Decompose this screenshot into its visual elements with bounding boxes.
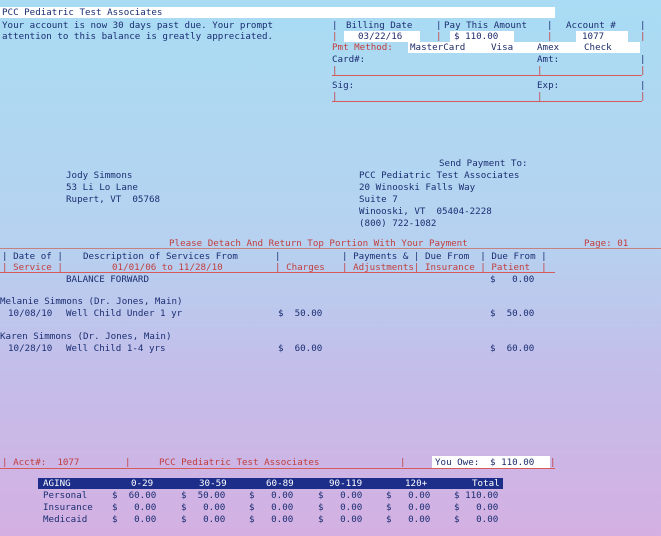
- remit-line-3: Suite 7: [359, 194, 398, 205]
- patient-city: Rupert, VT 05768: [66, 194, 161, 205]
- pmt-method-label: Pmt Method:: [332, 42, 393, 53]
- col-desc-header: Description of Services From: [83, 251, 238, 262]
- value-divider-4: |: [640, 31, 646, 42]
- card-number-field[interactable]: [338, 60, 534, 72]
- footer-underline: [0, 468, 555, 469]
- card-underline: [332, 75, 642, 76]
- footer-pipe-3: |: [550, 457, 556, 468]
- footer-pipe-1: |: [125, 457, 131, 468]
- patient-street: 53 Li Lo Lane: [66, 182, 138, 193]
- value-divider-1: |: [332, 31, 338, 42]
- patient-name: Jody Simmons: [66, 170, 133, 181]
- detach-line: [0, 248, 661, 249]
- remit-line-1: PCC Pediatric Test Associates: [359, 170, 520, 181]
- aging-cell: $ 0.00: [454, 514, 499, 525]
- balance-forward-label: BALANCE FORWARD: [66, 274, 149, 285]
- aging-cell: $ 0.00: [249, 502, 294, 513]
- aging-cell: $ 0.00: [454, 502, 499, 513]
- entry-charge: $ 60.00: [278, 343, 323, 354]
- aging-row-label: Insurance: [43, 502, 93, 513]
- account-field[interactable]: 1077: [576, 31, 628, 42]
- sig-row-end: |: [640, 80, 646, 91]
- header-pipe: |: [275, 251, 281, 262]
- entry-due-patient: $ 50.00: [490, 308, 535, 319]
- remit-line-2: 20 Winooski Falls Way: [359, 182, 476, 193]
- col-payments-header: | Payments & | Due From | Due From |: [342, 251, 547, 262]
- method-mastercard[interactable]: MasterCard: [410, 42, 465, 53]
- aging-cell: $ 0.00: [386, 502, 431, 513]
- remit-line-4: Winooski, VT 05404-2228: [359, 206, 492, 217]
- entry-date: 10/28/10: [8, 343, 53, 354]
- sig-label: Sig:: [332, 80, 355, 91]
- notice-line-1: Your account is now 30 days past due. Yo…: [2, 20, 274, 31]
- aging-cell: $ 0.00: [318, 490, 363, 501]
- aging-cell: $ 0.00: [318, 514, 363, 525]
- account-label: Account #: [566, 20, 616, 31]
- header-underline: [0, 272, 555, 273]
- billing-date-field[interactable]: 03/22/16: [344, 31, 420, 42]
- you-owe-amount: $ 110.00: [490, 457, 535, 468]
- aging-col-60-89: 60-89: [266, 478, 294, 489]
- aging-col-90-119: 90-119: [329, 478, 363, 489]
- entry-patient: Karen Simmons (Dr. Jones, Main): [0, 331, 172, 342]
- page-title: PCC Pediatric Test Associates: [0, 7, 555, 18]
- remit-line-5: (800) 722-1082: [359, 218, 437, 229]
- balance-forward-amount: $ 0.00: [490, 274, 535, 285]
- value-divider-3: |: [547, 31, 553, 42]
- card-row-end: |: [640, 54, 646, 65]
- aging-cell: $ 60.00: [112, 490, 157, 501]
- pay-amount-field[interactable]: $ 110.00: [450, 31, 514, 42]
- aging-col-30-59: 30-59: [199, 478, 227, 489]
- footer-pipe-2: |: [400, 457, 406, 468]
- sig-underline: [332, 101, 642, 102]
- col-date-header: | Date of |: [2, 251, 63, 262]
- value-divider-2: |: [436, 31, 442, 42]
- aging-header: AGING: [43, 478, 71, 489]
- header-divider-2: |: [436, 20, 442, 31]
- header-divider-4: |: [640, 20, 646, 31]
- billing-date-label: Billing Date: [346, 20, 413, 31]
- remit-label: Send Payment To:: [439, 158, 528, 169]
- amt-field[interactable]: [563, 60, 637, 72]
- entry-due-patient: $ 60.00: [490, 343, 535, 354]
- aging-col-total: Total: [472, 478, 500, 489]
- entry-description: Well Child Under 1 yr: [66, 308, 183, 319]
- method-check[interactable]: Check: [584, 42, 612, 53]
- entry-patient: Melanie Simmons (Dr. Jones, Main): [0, 296, 183, 307]
- notice-line-2: attention to this balance is greatly app…: [2, 31, 274, 42]
- aging-cell: $ 0.00: [249, 514, 294, 525]
- aging-cell: $ 0.00: [386, 514, 431, 525]
- footer-practice: PCC Pediatric Test Associates: [159, 457, 320, 468]
- aging-cell: $ 50.00: [181, 490, 226, 501]
- aging-cell: $ 0.00: [112, 502, 157, 513]
- aging-col-120: 120+: [405, 478, 428, 489]
- entry-charge: $ 50.00: [278, 308, 323, 319]
- aging-row-label: Personal: [43, 490, 88, 501]
- entry-description: Well Child 1-4 yrs: [66, 343, 166, 354]
- entry-date: 10/08/10: [8, 308, 53, 319]
- exp-field[interactable]: [563, 86, 637, 98]
- aging-cell: $ 110.00: [454, 490, 499, 501]
- aging-cell: $ 0.00: [249, 490, 294, 501]
- aging-cell: $ 0.00: [181, 514, 226, 525]
- you-owe-label: You Owe:: [435, 457, 480, 468]
- aging-cell: $ 0.00: [318, 502, 363, 513]
- aging-cell: $ 0.00: [112, 514, 157, 525]
- method-visa[interactable]: Visa: [491, 42, 513, 53]
- pay-amount-label: Pay This Amount: [444, 20, 527, 31]
- signature-field[interactable]: [356, 86, 534, 98]
- header-divider-1: |: [332, 20, 338, 31]
- aging-cell: $ 0.00: [181, 502, 226, 513]
- exp-label: Exp:: [537, 80, 560, 91]
- header-divider-3: |: [547, 20, 553, 31]
- aging-row-label: Medicaid: [43, 514, 88, 525]
- aging-col-0-29: 0-29: [131, 478, 154, 489]
- amt-label: Amt:: [537, 54, 560, 65]
- footer-acct: | Acct#: 1077: [2, 457, 80, 468]
- aging-cell: $ 0.00: [386, 490, 431, 501]
- method-amex[interactable]: Amex: [537, 42, 559, 53]
